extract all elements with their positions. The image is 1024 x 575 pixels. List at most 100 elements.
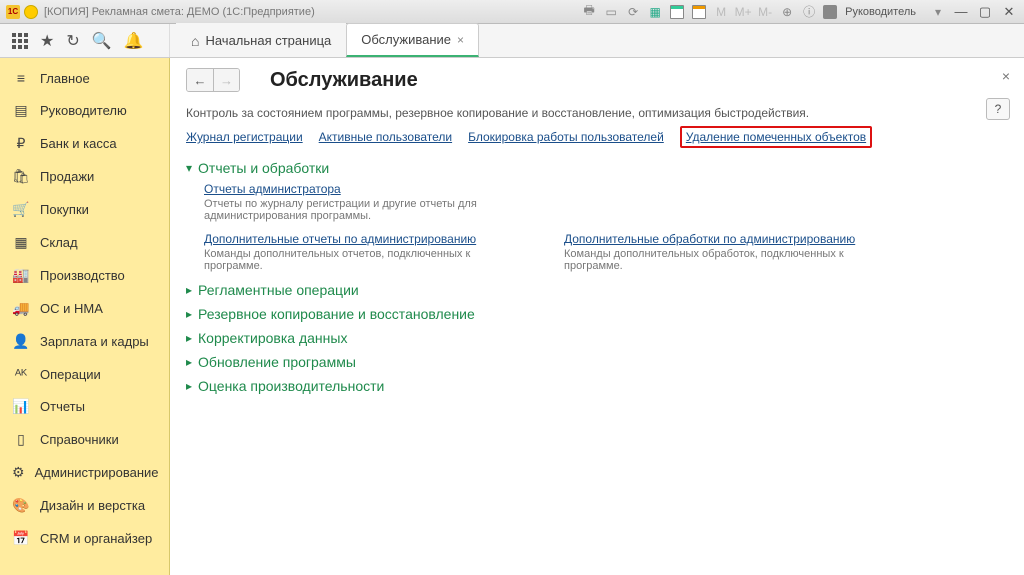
info-icon[interactable]: ⓘ — [801, 4, 817, 20]
admin-reports-desc: Отчеты по журналу регистрации и другие о… — [204, 198, 504, 222]
window-close[interactable]: ✕ — [1000, 4, 1018, 20]
calendar2-icon[interactable] — [691, 4, 707, 20]
tab-home[interactable]: ⌂ Начальная страница — [176, 23, 346, 57]
tab-maintenance-label: Обслуживание — [361, 32, 451, 47]
m-icon[interactable]: M — [713, 4, 729, 20]
link-registration-log[interactable]: Журнал регистрации — [186, 130, 303, 144]
sidebar-item-label: Руководителю — [40, 103, 127, 118]
section-reports[interactable]: Отчеты и обработки — [186, 160, 1004, 176]
sidebar-item-main[interactable]: ≡Главное — [0, 62, 169, 94]
ruble-icon: ₽ — [12, 135, 30, 152]
nav-forward-button[interactable]: → — [213, 69, 239, 91]
sidebar-item-label: Администрирование — [35, 465, 159, 480]
bag-icon: 🛍 — [12, 168, 30, 185]
boxes-icon: ▦ — [12, 234, 30, 251]
section-update-label: Обновление программы — [198, 354, 356, 370]
link-admin-reports[interactable]: Отчеты администратора — [204, 182, 341, 196]
calendar1-icon[interactable] — [669, 4, 685, 20]
ops-icon: ᴬᴷ — [12, 366, 30, 382]
dash-icon: ▤ — [12, 102, 30, 119]
sidebar-item-label: Банк и касса — [40, 136, 117, 151]
page-title: Обслуживание — [270, 69, 418, 92]
section-update[interactable]: Обновление программы — [186, 354, 1004, 370]
sidebar-item-label: ОС и НМА — [40, 301, 103, 316]
sidebar-item-purchases[interactable]: 🛒Покупки — [0, 193, 169, 226]
m-plus-icon[interactable]: M+ — [735, 4, 751, 20]
section-backup-label: Резервное копирование и восстановление — [198, 306, 475, 322]
additional-reports-desc: Команды дополнительных отчетов, подключе… — [204, 248, 504, 272]
chevron-right-icon — [186, 283, 192, 297]
nav-buttons: ← → — [186, 68, 240, 92]
print-icon[interactable]: 🖶 — [581, 4, 597, 20]
link-additional-reports[interactable]: Дополнительные отчеты по администрирован… — [204, 232, 476, 246]
tab-maintenance[interactable]: Обслуживание × — [346, 23, 479, 57]
sidebar-item-catalogs[interactable]: ▯Справочники — [0, 423, 169, 456]
excel-icon[interactable]: ▦ — [647, 4, 663, 20]
star-icon[interactable]: ★ — [40, 31, 54, 51]
tab-close-icon[interactable]: × — [457, 33, 464, 47]
link-active-users[interactable]: Активные пользователи — [319, 130, 452, 144]
content-pane: × ← → Обслуживание ? Контроль за состоян… — [170, 58, 1024, 575]
sidebar: ≡Главное ▤Руководителю ₽Банк и касса 🛍Пр… — [0, 58, 170, 575]
tab-strip: ⌂ Начальная страница Обслуживание × — [170, 24, 479, 57]
sidebar-item-label: Производство — [40, 268, 125, 283]
dropdown-icon[interactable]: ▾ — [930, 4, 946, 20]
titlebar-tools: 🖶 ▭ ⟳ ▦ M M+ M- ⊕ ⓘ Руководитель ▾ — ▢ ✕ — [581, 4, 1018, 20]
additional-processing-desc: Команды дополнительных обработок, подклю… — [564, 248, 864, 272]
sidebar-item-production[interactable]: 🏭 Производство — [0, 259, 169, 292]
page-icon[interactable]: ▭ — [603, 4, 619, 20]
sidebar-item-assets[interactable]: 🚚ОС и НМА — [0, 292, 169, 325]
section-correct[interactable]: Корректировка данных — [186, 330, 1004, 346]
home-icon: ⌂ — [191, 33, 199, 49]
history-icon[interactable]: ↻ — [66, 31, 79, 51]
window-minimize[interactable]: — — [952, 4, 970, 20]
topbar: ★ ↻ 🔍 🔔 ⌂ Начальная страница Обслуживани… — [0, 24, 1024, 58]
sidebar-item-hr[interactable]: 👤Зарплата и кадры — [0, 325, 169, 358]
apps-icon[interactable] — [12, 33, 28, 49]
chevron-right-icon — [186, 307, 192, 321]
chevron-right-icon — [186, 331, 192, 345]
palette-icon: 🎨 — [12, 497, 30, 514]
user-icon — [823, 5, 837, 19]
user-label[interactable]: Руководитель — [845, 6, 916, 18]
sidebar-item-reports[interactable]: 📊Отчеты — [0, 390, 169, 423]
sidebar-item-label: Покупки — [40, 202, 89, 217]
search-icon[interactable]: 🔍 — [92, 31, 112, 51]
section-scheduled-label: Регламентные операции — [198, 282, 359, 298]
book-icon: ▯ — [12, 431, 30, 448]
sidebar-item-design[interactable]: 🎨 Дизайн и верстка — [0, 489, 169, 522]
sidebar-item-label: Операции — [40, 367, 101, 382]
sidebar-item-manager[interactable]: ▤ Руководителю — [0, 94, 169, 127]
help-button[interactable]: ? — [986, 98, 1010, 120]
window-maximize[interactable]: ▢ — [976, 4, 994, 20]
sidebar-item-label: Дизайн и верстка — [40, 498, 145, 513]
section-backup[interactable]: Резервное копирование и восстановление — [186, 306, 1004, 322]
bell-icon[interactable]: 🔔 — [124, 31, 144, 51]
status-ball-icon — [24, 5, 38, 19]
content-close-icon[interactable]: × — [1002, 68, 1010, 84]
link-delete-marked[interactable]: Удаление помеченных объектов — [686, 130, 866, 144]
sidebar-item-crm[interactable]: 📅CRM и органайзер — [0, 522, 169, 555]
add-icon[interactable]: ⊕ — [779, 4, 795, 20]
calendar-icon: 📅 — [12, 530, 30, 547]
link-lock-users[interactable]: Блокировка работы пользователей — [468, 130, 664, 144]
refresh-icon[interactable]: ⟳ — [625, 4, 641, 20]
nav-back-button[interactable]: ← — [187, 69, 213, 91]
section-reports-label: Отчеты и обработки — [198, 160, 329, 176]
factory-icon: 🏭 — [12, 267, 30, 284]
sidebar-item-bank[interactable]: ₽ Банк и касса — [0, 127, 169, 160]
m-minus-icon[interactable]: M- — [757, 4, 773, 20]
sidebar-item-label: Склад — [40, 235, 78, 250]
sidebar-item-sales[interactable]: 🛍Продажи — [0, 160, 169, 193]
link-additional-processing[interactable]: Дополнительные обработки по администриро… — [564, 232, 855, 246]
section-scheduled[interactable]: Регламентные операции — [186, 282, 1004, 298]
quick-access-bar: ★ ↻ 🔍 🔔 — [0, 24, 170, 57]
sidebar-item-stock[interactable]: ▦ Склад — [0, 226, 169, 259]
sidebar-item-operations[interactable]: ᴬᴷ Операции — [0, 358, 169, 390]
page-description: Контроль за состоянием программы, резерв… — [186, 106, 1004, 120]
section-perf[interactable]: Оценка производительности — [186, 378, 1004, 394]
sidebar-item-admin[interactable]: ⚙Администрирование — [0, 456, 169, 489]
highlighted-link-box: Удаление помеченных объектов — [680, 126, 872, 148]
top-link-row: Журнал регистрации Активные пользователи… — [186, 126, 1004, 148]
chevron-down-icon — [186, 161, 192, 175]
